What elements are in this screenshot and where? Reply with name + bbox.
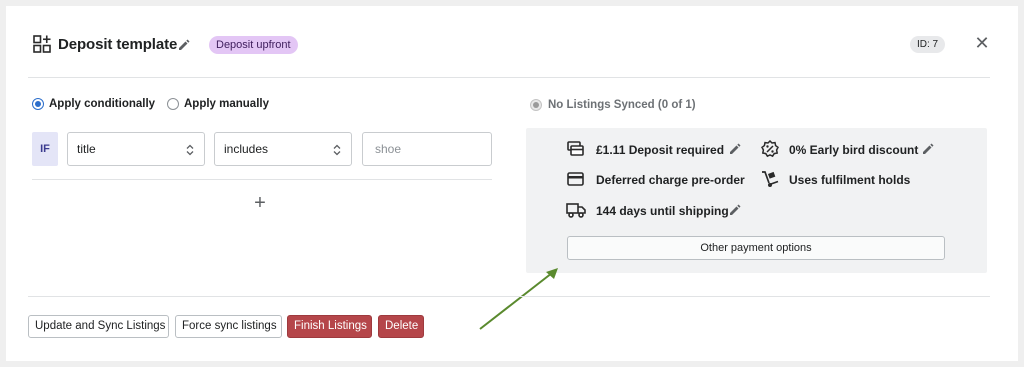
finish-listings-button[interactable]: Finish Listings bbox=[287, 315, 372, 338]
credit-card-icon bbox=[567, 172, 584, 186]
operator-select-value: includes bbox=[224, 142, 269, 156]
header-divider bbox=[28, 77, 990, 78]
apply-conditionally-radio[interactable] bbox=[32, 98, 44, 110]
id-badge: ID: 7 bbox=[910, 36, 946, 53]
pencil-icon[interactable] bbox=[729, 143, 741, 155]
annotation-arrow bbox=[479, 268, 558, 330]
deposit-feature: £1.11 Deposit required bbox=[596, 143, 725, 157]
update-sync-button[interactable]: Update and Sync Listings bbox=[28, 315, 169, 338]
template-grid-icon bbox=[33, 35, 51, 53]
early-bird-feature: 0% Early bird discount bbox=[789, 143, 919, 157]
apply-manually-radio[interactable] bbox=[167, 98, 179, 110]
if-tag: IF bbox=[32, 132, 58, 166]
delete-button[interactable]: Delete bbox=[378, 315, 424, 338]
operator-select[interactable]: includes bbox=[214, 132, 352, 166]
close-icon[interactable]: ✕ bbox=[973, 34, 991, 52]
cards-icon bbox=[567, 141, 584, 156]
page-title: Deposit template bbox=[58, 36, 178, 53]
add-condition-icon[interactable]: + bbox=[250, 193, 270, 213]
condition-value-input[interactable] bbox=[362, 132, 492, 166]
pencil-icon[interactable] bbox=[729, 204, 741, 216]
sync-status-text: No Listings Synced (0 of 1) bbox=[548, 99, 696, 111]
hand-truck-icon bbox=[762, 171, 779, 187]
percent-badge-icon bbox=[761, 140, 779, 158]
truck-icon bbox=[566, 203, 586, 218]
pencil-icon[interactable] bbox=[922, 143, 934, 155]
other-payment-options-button[interactable]: Other payment options bbox=[567, 236, 945, 260]
apply-manually-label: Apply manually bbox=[184, 98, 269, 110]
apply-conditionally-label: Apply conditionally bbox=[49, 98, 156, 110]
status-badge: Deposit upfront bbox=[209, 36, 298, 54]
field-select[interactable]: title bbox=[67, 132, 205, 166]
fulfilment-holds-feature: Uses fulfilment holds bbox=[789, 173, 911, 187]
condition-divider bbox=[32, 179, 492, 180]
footer-divider bbox=[28, 296, 990, 297]
shipping-feature: 144 days until shipping bbox=[596, 204, 729, 218]
force-sync-button[interactable]: Force sync listings bbox=[175, 315, 282, 338]
deferred-charge-feature: Deferred charge pre-order bbox=[596, 173, 745, 187]
sync-status-indicator bbox=[530, 99, 542, 111]
field-select-value: title bbox=[77, 142, 96, 156]
pencil-icon[interactable] bbox=[178, 39, 190, 51]
chevron-updown-icon bbox=[186, 133, 194, 165]
chevron-updown-icon bbox=[333, 133, 341, 165]
